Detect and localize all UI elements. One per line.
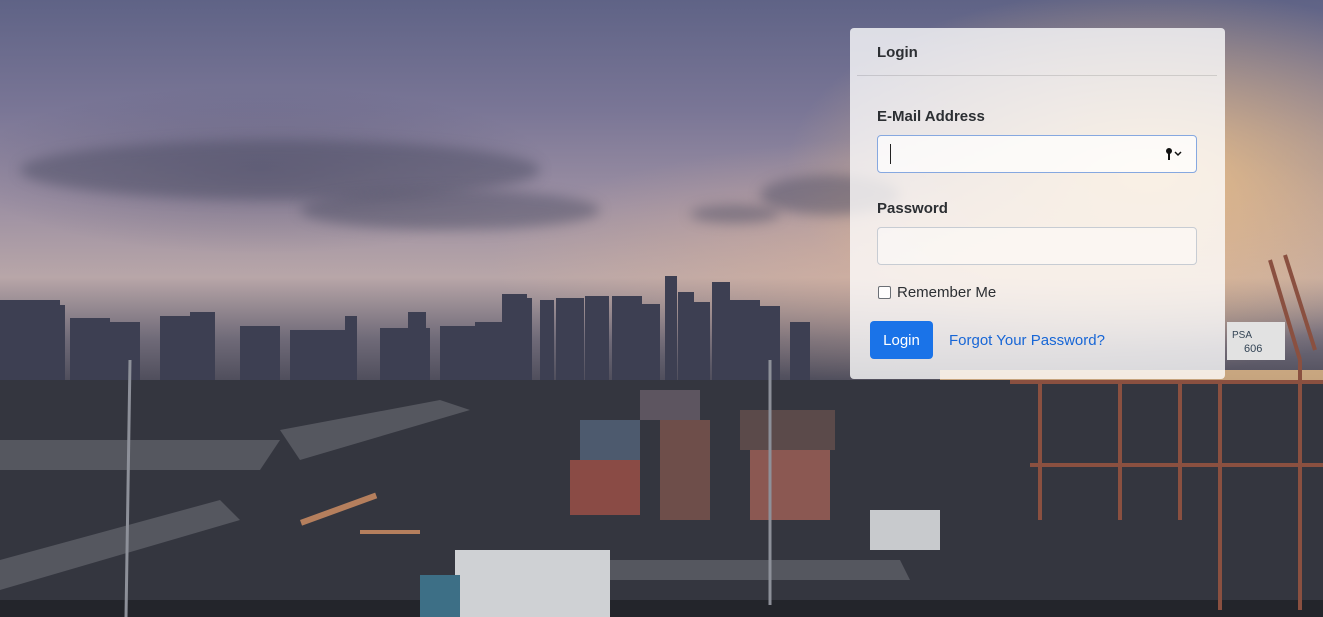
- card-header: Login: [850, 28, 1225, 76]
- password-manager-key-icon[interactable]: [1164, 146, 1184, 162]
- svg-text:PSA: PSA: [1232, 330, 1252, 341]
- forgot-password-link[interactable]: Forgot Your Password?: [949, 332, 1105, 349]
- remember-me-checkbox[interactable]: [878, 286, 891, 299]
- password-field[interactable]: [877, 227, 1197, 265]
- svg-text:606: 606: [1244, 343, 1262, 355]
- login-page: PSA 606 Login E-Mail Address Password Re…: [0, 0, 1323, 617]
- login-card: Login E-Mail Address Password Remember M…: [850, 28, 1225, 379]
- remember-me-label[interactable]: Remember Me: [897, 284, 996, 301]
- email-field[interactable]: [877, 135, 1197, 173]
- card-divider: [857, 75, 1217, 76]
- login-button[interactable]: Login: [870, 321, 933, 359]
- password-label: Password: [877, 200, 948, 217]
- text-caret: [890, 144, 891, 164]
- email-label: E-Mail Address: [877, 108, 985, 125]
- card-title: Login: [877, 44, 918, 61]
